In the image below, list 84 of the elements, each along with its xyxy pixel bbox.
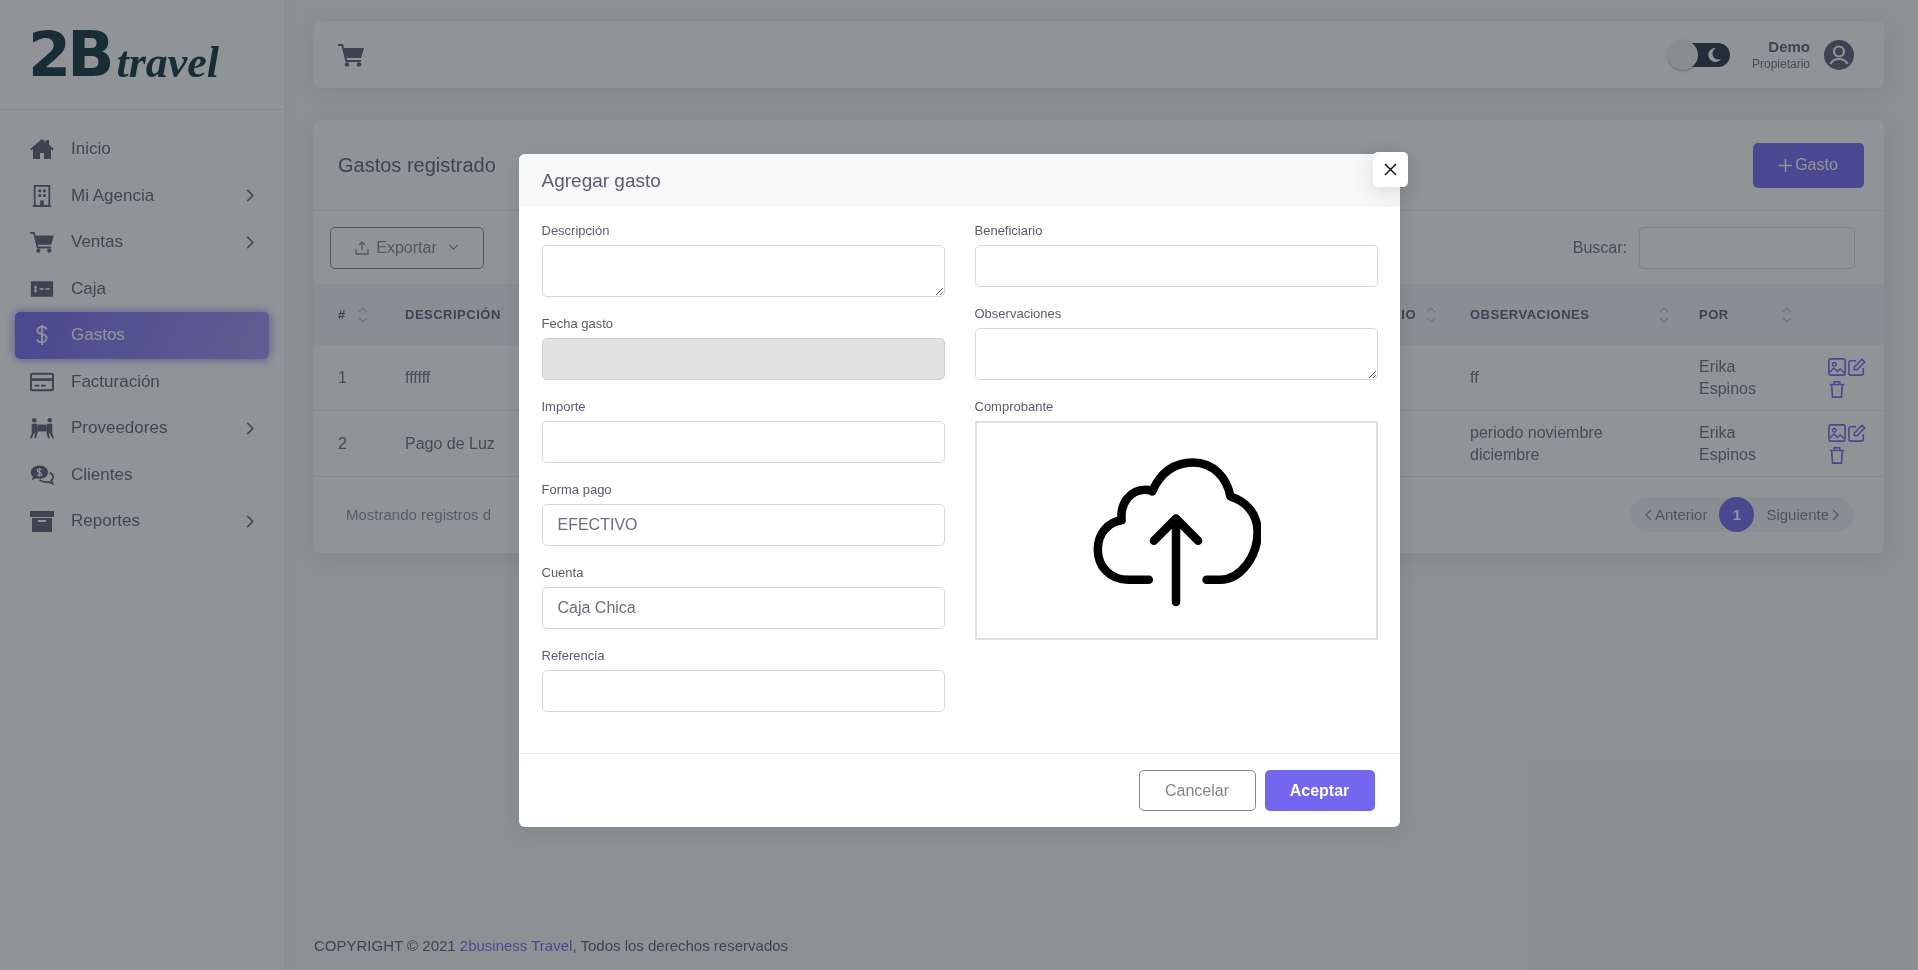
user-role: Propietario xyxy=(1751,57,1810,71)
building-icon xyxy=(30,184,54,207)
cart-icon[interactable] xyxy=(338,42,364,67)
cancel-button[interactable]: Cancelar xyxy=(1138,770,1256,811)
edit-icon[interactable] xyxy=(1848,357,1866,376)
page-button[interactable]: 1 xyxy=(1719,497,1755,532)
table-info: Mostrando registros d xyxy=(346,506,492,523)
table-cell-text: Erika Espinos xyxy=(1699,422,1757,465)
sidebar-item[interactable]: Clientes xyxy=(15,451,269,498)
table-cell-text: ff xyxy=(1470,367,1480,388)
input-field[interactable]: Caja Chica xyxy=(541,587,945,629)
table-cell: Pago de Luz xyxy=(405,434,495,452)
user-name: Demo xyxy=(1768,38,1810,55)
column-header[interactable]: # xyxy=(338,307,346,322)
sidebar-item[interactable]: Facturación xyxy=(15,358,269,405)
field-label: Descripción xyxy=(541,223,611,238)
field-label: Fecha gasto xyxy=(541,316,615,331)
sort-icon[interactable] xyxy=(1426,306,1436,323)
text-area[interactable] xyxy=(974,328,1378,380)
table-cell: 2 xyxy=(338,434,347,452)
input-field[interactable]: EFECTIVO xyxy=(541,504,945,546)
dark-mode-toggle[interactable] xyxy=(1671,42,1730,67)
field-label: Beneficiario xyxy=(974,223,1044,238)
logo-mark: 2B xyxy=(28,23,111,86)
chevron-left-icon xyxy=(1644,508,1652,521)
sidebar-item[interactable]: Gastos xyxy=(15,312,269,359)
plus-icon xyxy=(1779,158,1793,172)
company-link[interactable]: 2business Travel xyxy=(459,936,573,954)
edit-icon[interactable] xyxy=(1848,423,1866,442)
sidebar-item[interactable]: Caja xyxy=(15,265,269,312)
input-field[interactable] xyxy=(974,245,1378,287)
trash-icon[interactable] xyxy=(1828,379,1846,398)
field-label: Cuenta xyxy=(541,565,585,580)
upload-area[interactable] xyxy=(974,421,1378,640)
credit-card-icon xyxy=(30,370,54,393)
sidebar-item[interactable]: Ventas xyxy=(15,219,269,266)
card-title: Gastos registrado xyxy=(338,153,496,177)
sort-icon[interactable] xyxy=(1659,306,1669,323)
field-label: Observaciones xyxy=(974,306,1063,321)
sidebar-item[interactable]: Mi Agencia xyxy=(15,172,269,219)
column-header[interactable]: DESCRIPCIÓN xyxy=(405,307,501,322)
text-area[interactable] xyxy=(541,245,945,297)
chat-dollar-icon xyxy=(30,463,54,486)
moon-icon xyxy=(1705,46,1722,63)
sort-icon[interactable] xyxy=(357,306,368,323)
input-field[interactable] xyxy=(541,670,945,712)
sidebar-item[interactable]: Proveedores xyxy=(15,405,269,452)
upload-icon xyxy=(355,240,370,255)
sidebar-item[interactable]: Reportes xyxy=(15,498,269,545)
home-icon xyxy=(30,138,54,161)
image-icon[interactable] xyxy=(1828,357,1846,376)
close-button[interactable] xyxy=(1372,152,1408,187)
column-header[interactable]: POR xyxy=(1699,307,1729,322)
previous-page-link[interactable]: Anterior xyxy=(1644,506,1708,523)
table-cell-text: Erika Espinos xyxy=(1699,356,1757,399)
field-label: Referencia xyxy=(541,648,606,663)
copyright-text: COPYRIGHT © 2021 2business Travel, Todos los derechos reservados xyxy=(314,936,789,954)
dialog-title: Agregar gasto xyxy=(541,169,661,192)
chevron-right-icon xyxy=(1832,508,1839,521)
field-label: Importe xyxy=(541,399,587,414)
table-cell: ffffff xyxy=(405,368,431,386)
field-label: Forma pago xyxy=(541,482,613,497)
table-cell: 1 xyxy=(338,368,347,386)
caret-icon xyxy=(447,244,459,251)
people-icon xyxy=(30,417,54,440)
close-icon xyxy=(1383,163,1397,176)
archive-icon xyxy=(30,510,54,533)
accept-button[interactable]: Aceptar xyxy=(1264,770,1375,811)
image-icon[interactable] xyxy=(1828,423,1846,442)
export-button[interactable]: Exportar xyxy=(330,226,484,269)
table-cell-text: periodo noviembre diciembre xyxy=(1470,422,1604,465)
next-page-link[interactable]: Siguiente xyxy=(1766,506,1839,523)
add-expense-button[interactable]: Gasto xyxy=(1753,142,1864,188)
logo-wordmark: travel xyxy=(116,40,220,85)
input-field[interactable] xyxy=(541,421,945,463)
trash-icon[interactable] xyxy=(1828,445,1846,464)
sort-icon[interactable] xyxy=(1782,306,1792,323)
column-header[interactable]: OBSERVACIONES xyxy=(1470,307,1590,322)
search-label: Buscar: xyxy=(1572,238,1627,257)
user-avatar-icon[interactable] xyxy=(1824,39,1854,70)
column-header[interactable]: IO xyxy=(1401,307,1416,322)
sidebar-item[interactable]: Inicio xyxy=(15,126,269,173)
field-label: Comprobante xyxy=(974,399,1055,414)
cart-icon xyxy=(30,231,54,254)
